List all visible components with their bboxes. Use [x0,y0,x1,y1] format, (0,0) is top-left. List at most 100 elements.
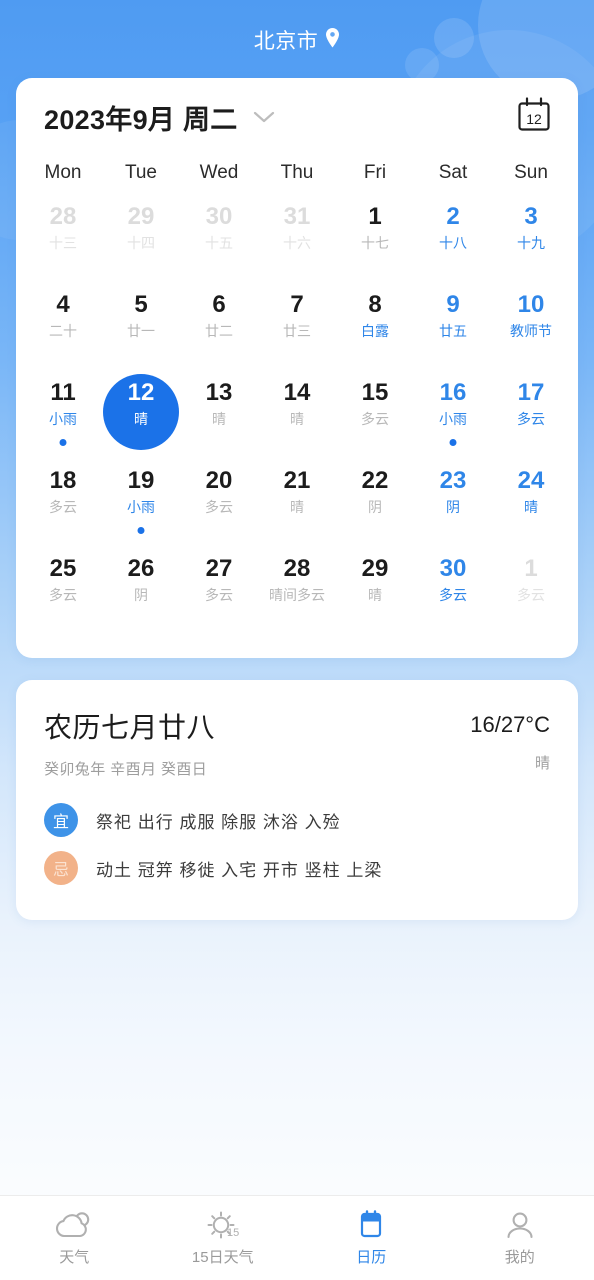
day-cell[interactable]: 21 晴 [258,460,336,548]
day-sublabel: 廿五 [439,323,467,339]
day-sublabel: 晴 [290,411,304,427]
day-sublabel: 晴 [290,499,304,515]
nav-label: 日历 [356,1248,387,1266]
day-sublabel: 晴 [134,411,148,427]
day-number: 5 [134,291,148,318]
weekday-header: Mon Tue Wed Thu Fri Sat Sun [16,156,578,196]
day-cell[interactable]: 16 小雨 [414,372,492,460]
day-sublabel: 晴间多云 [269,587,325,603]
lunar-date: 农历七月廿八 [44,712,216,743]
day-sublabel: 廿二 [205,323,233,339]
day-sublabel: 廿一 [127,323,155,339]
day-cell[interactable]: 2 十八 [414,196,492,284]
day-number: 28 [283,555,311,582]
day-cell[interactable]: 28 晴间多云 [258,548,336,636]
calendar-title: 2023年9月 周二 [44,104,238,135]
lunar-ganzhi: 癸卯兔年 辛酉月 癸酉日 [44,761,208,778]
day-sublabel: 阴 [446,499,460,515]
ji-items: 动土 冠笄 移徙 入宅 开市 竖柱 上梁 [96,860,383,880]
day-cell[interactable]: 28 十三 [24,196,102,284]
day-cell[interactable]: 24 晴 [492,460,570,548]
day-cell[interactable]: 9 廿五 [414,284,492,372]
day-number: 22 [361,467,389,494]
day-cell[interactable]: 29 十四 [102,196,180,284]
day-grid: 28 十三 29 十四 30 十五 31 十六 1 十七 2 十八 3 十九 4 二十 5 廿一 6 廿二 7 廿三 8 白露… [16,196,578,636]
day-cell[interactable]: 27 多云 [180,548,258,636]
day-sublabel: 阴 [134,587,148,603]
day-cell[interactable]: 23 阴 [414,460,492,548]
day-cell[interactable]: 6 廿二 [180,284,258,372]
day-number: 8 [368,291,382,318]
ji-row: 忌 动土 冠笄 移徙 入宅 开市 竖柱 上梁 [44,851,550,885]
day-sublabel: 廿三 [283,323,311,339]
calendar-today-icon[interactable]: 12 [516,96,552,139]
svg-text:15: 15 [227,1227,239,1239]
location-name: 北京市 [253,30,319,53]
day-cell[interactable]: 11 小雨 [24,372,102,460]
lunar-detail-card[interactable]: 农历七月廿八 癸卯兔年 辛酉月 癸酉日 16/27°C 晴 宜 祭祀 出行 成服… [16,680,578,920]
yi-badge: 宜 [44,803,78,837]
location-header[interactable]: 北京市 [0,0,594,80]
day-cell[interactable]: 14 晴 [258,372,336,460]
yiji-section: 宜 祭祀 出行 成服 除服 沐浴 入殓 忌 动土 冠笄 移徙 入宅 开市 竖柱 … [44,803,550,885]
day-cell[interactable]: 1 十七 [336,196,414,284]
day-cell[interactable]: 3 十九 [492,196,570,284]
day-sublabel: 教师节 [510,323,552,339]
day-sublabel: 十六 [283,235,311,251]
day-cell[interactable]: 8 白露 [336,284,414,372]
day-cell[interactable]: 4 二十 [24,284,102,372]
event-dot [59,439,67,446]
day-sublabel: 十五 [205,235,233,251]
day-number: 12 [127,379,155,406]
day-cell[interactable]: 13 晴 [180,372,258,460]
day-number: 28 [49,203,77,230]
day-cell[interactable]: 7 廿三 [258,284,336,372]
weekday-label: Sat [438,162,468,183]
day-cell[interactable]: 17 多云 [492,372,570,460]
day-cell[interactable]: 26 阴 [102,548,180,636]
event-dot [137,527,145,534]
day-number: 1 [368,203,382,230]
day-cell[interactable]: 29 晴 [336,548,414,636]
cloud-sun-icon [52,1210,96,1240]
day-sublabel: 小雨 [127,499,155,515]
day-number: 7 [290,291,304,318]
nav-item-15day-weather[interactable]: 15 15日天气 [149,1196,298,1280]
day-number: 29 [127,203,155,230]
day-sublabel: 小雨 [49,411,77,427]
day-number: 31 [283,203,311,230]
day-cell[interactable]: 31 十六 [258,196,336,284]
day-cell[interactable]: 18 多云 [24,460,102,548]
day-number: 1 [524,555,538,582]
day-sublabel: 多云 [439,587,467,603]
nav-item-profile[interactable]: 我的 [446,1196,594,1280]
day-number: 19 [127,467,155,494]
nav-item-calendar[interactable]: 日历 [297,1196,446,1280]
day-cell[interactable]: 5 廿一 [102,284,180,372]
day-cell[interactable]: 1 多云 [492,548,570,636]
calendar-icon [349,1209,393,1240]
calendar-icon-day-number: 12 [526,111,542,127]
day-number: 9 [446,291,460,318]
day-sublabel: 十九 [517,235,545,251]
day-cell[interactable]: 15 多云 [336,372,414,460]
day-cell[interactable]: 30 十五 [180,196,258,284]
day-number: 15 [361,379,389,406]
day-sublabel: 多云 [49,587,77,603]
nav-item-weather[interactable]: 天气 [0,1196,149,1280]
chevron-down-icon[interactable] [252,110,276,129]
day-cell[interactable]: 12 晴 [102,372,180,460]
day-cell[interactable]: 25 多云 [24,548,102,636]
day-cell[interactable]: 30 多云 [414,548,492,636]
ji-badge: 忌 [44,851,78,885]
day-cell[interactable]: 20 多云 [180,460,258,548]
day-sublabel: 阴 [368,499,382,515]
day-number: 18 [49,467,77,494]
calendar-header: 2023年9月 周二 12 [16,78,578,156]
day-cell[interactable]: 10 教师节 [492,284,570,372]
day-cell[interactable]: 22 阴 [336,460,414,548]
day-sublabel: 多云 [517,587,545,603]
nav-label: 我的 [504,1248,535,1266]
nav-label: 15日天气 [191,1248,254,1266]
day-cell[interactable]: 19 小雨 [102,460,180,548]
